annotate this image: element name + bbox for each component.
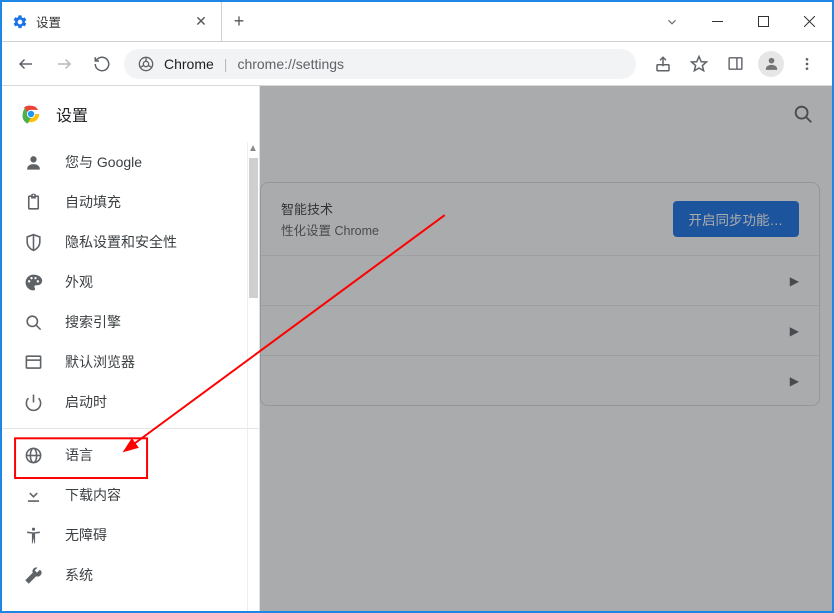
titlebar: 设置 ✕ + <box>2 2 832 42</box>
sidebar-item-you-and-google[interactable]: 您与 Google <box>2 142 259 182</box>
sidebar-item-label: 默认浏览器 <box>65 352 135 372</box>
omnibox-path: chrome://settings <box>237 56 344 72</box>
side-panel-icon[interactable] <box>718 47 752 81</box>
gear-icon <box>12 14 28 30</box>
sidebar-item-accessibility[interactable]: 无障碍 <box>2 515 259 555</box>
chevron-right-icon: ▶ <box>790 324 799 338</box>
address-bar[interactable]: Chrome | chrome://settings <box>124 49 636 79</box>
forward-button[interactable] <box>48 48 80 80</box>
search-settings-icon[interactable] <box>792 103 814 125</box>
turn-on-sync-button[interactable]: 开启同步功能… <box>673 201 800 237</box>
sidebar-item-on-startup[interactable]: 启动时 <box>2 382 259 422</box>
chrome-window: 设置 ✕ + <box>0 0 834 613</box>
chrome-logo-icon <box>138 56 154 72</box>
sidebar-item-label: 外观 <box>65 272 93 292</box>
chevron-right-icon: ▶ <box>790 374 799 388</box>
sidebar-item-downloads[interactable]: 下载内容 <box>2 475 259 515</box>
sidebar-item-search-engine[interactable]: 搜索引擎 <box>2 302 259 342</box>
sidebar-item-label: 启动时 <box>65 392 107 412</box>
sidebar-divider <box>2 428 259 429</box>
sidebar-scrollbar[interactable]: ▲ <box>247 142 259 611</box>
chrome-logo-icon <box>20 103 42 125</box>
person-icon <box>24 153 43 172</box>
tab-title: 设置 <box>36 12 61 31</box>
sync-subtitle-fragment: 性化设置 Chrome <box>281 220 379 239</box>
browser-tab[interactable]: 设置 ✕ <box>2 2 222 41</box>
sidebar-item-label: 隐私设置和安全性 <box>65 232 177 252</box>
back-button[interactable] <box>10 48 42 80</box>
shield-icon <box>24 233 43 252</box>
clipboard-icon <box>24 193 43 212</box>
palette-icon <box>24 273 43 292</box>
sidebar-item-languages[interactable]: 语言 <box>2 435 259 475</box>
download-icon <box>24 486 43 505</box>
accessibility-icon <box>24 526 43 545</box>
sidebar-item-label: 下载内容 <box>65 485 121 505</box>
window-controls <box>650 2 832 41</box>
sidebar-title: 设置 <box>56 102 88 126</box>
sidebar-item-label: 无障碍 <box>65 525 107 545</box>
main-pane: 智能技术 性化设置 Chrome 开启同步功能… ▶ ▶ ▶ <box>260 86 832 611</box>
search-icon <box>24 313 43 332</box>
profile-avatar[interactable] <box>754 47 788 81</box>
close-tab-icon[interactable]: ✕ <box>193 14 209 30</box>
sidebar-item-appearance[interactable]: 外观 <box>2 262 259 302</box>
tab-search-icon[interactable] <box>650 15 694 29</box>
globe-icon <box>24 446 43 465</box>
sidebar-item-label: 系统 <box>65 565 93 585</box>
card-row[interactable]: ▶ <box>261 255 819 305</box>
reload-button[interactable] <box>86 48 118 80</box>
minimize-button[interactable] <box>694 2 740 42</box>
sync-card: 智能技术 性化设置 Chrome 开启同步功能… ▶ ▶ ▶ <box>260 182 820 406</box>
new-tab-button[interactable]: + <box>222 2 256 41</box>
sidebar-item-privacy[interactable]: 隐私设置和安全性 <box>2 222 259 262</box>
close-window-button[interactable] <box>786 2 832 42</box>
chevron-right-icon: ▶ <box>790 274 799 288</box>
sidebar-item-autofill[interactable]: 自动填充 <box>2 182 259 222</box>
sidebar-item-system[interactable]: 系统 <box>2 555 259 595</box>
power-icon <box>24 393 43 412</box>
sidebar-item-label: 您与 Google <box>65 152 142 172</box>
sidebar-header: 设置 <box>2 86 259 142</box>
browser-icon <box>24 353 43 372</box>
kebab-menu-icon[interactable] <box>790 47 824 81</box>
content-area: 设置 您与 Google 自动填充 隐私设置和安全性 外观 <box>2 86 832 611</box>
maximize-button[interactable] <box>740 2 786 42</box>
bookmark-star-icon[interactable] <box>682 47 716 81</box>
sidebar-item-label: 语言 <box>65 445 93 465</box>
sync-title-fragment: 智能技术 <box>281 199 379 218</box>
card-row[interactable]: ▶ <box>261 305 819 355</box>
sidebar-item-label: 搜索引擎 <box>65 312 121 332</box>
share-icon[interactable] <box>646 47 680 81</box>
wrench-icon <box>24 566 43 585</box>
card-row[interactable]: ▶ <box>261 355 819 405</box>
sidebar-item-default-browser[interactable]: 默认浏览器 <box>2 342 259 382</box>
settings-sidebar: 设置 您与 Google 自动填充 隐私设置和安全性 外观 <box>2 86 260 611</box>
sidebar-item-label: 自动填充 <box>65 192 121 212</box>
omnibox-host: Chrome <box>164 56 214 72</box>
toolbar: Chrome | chrome://settings <box>2 42 832 86</box>
